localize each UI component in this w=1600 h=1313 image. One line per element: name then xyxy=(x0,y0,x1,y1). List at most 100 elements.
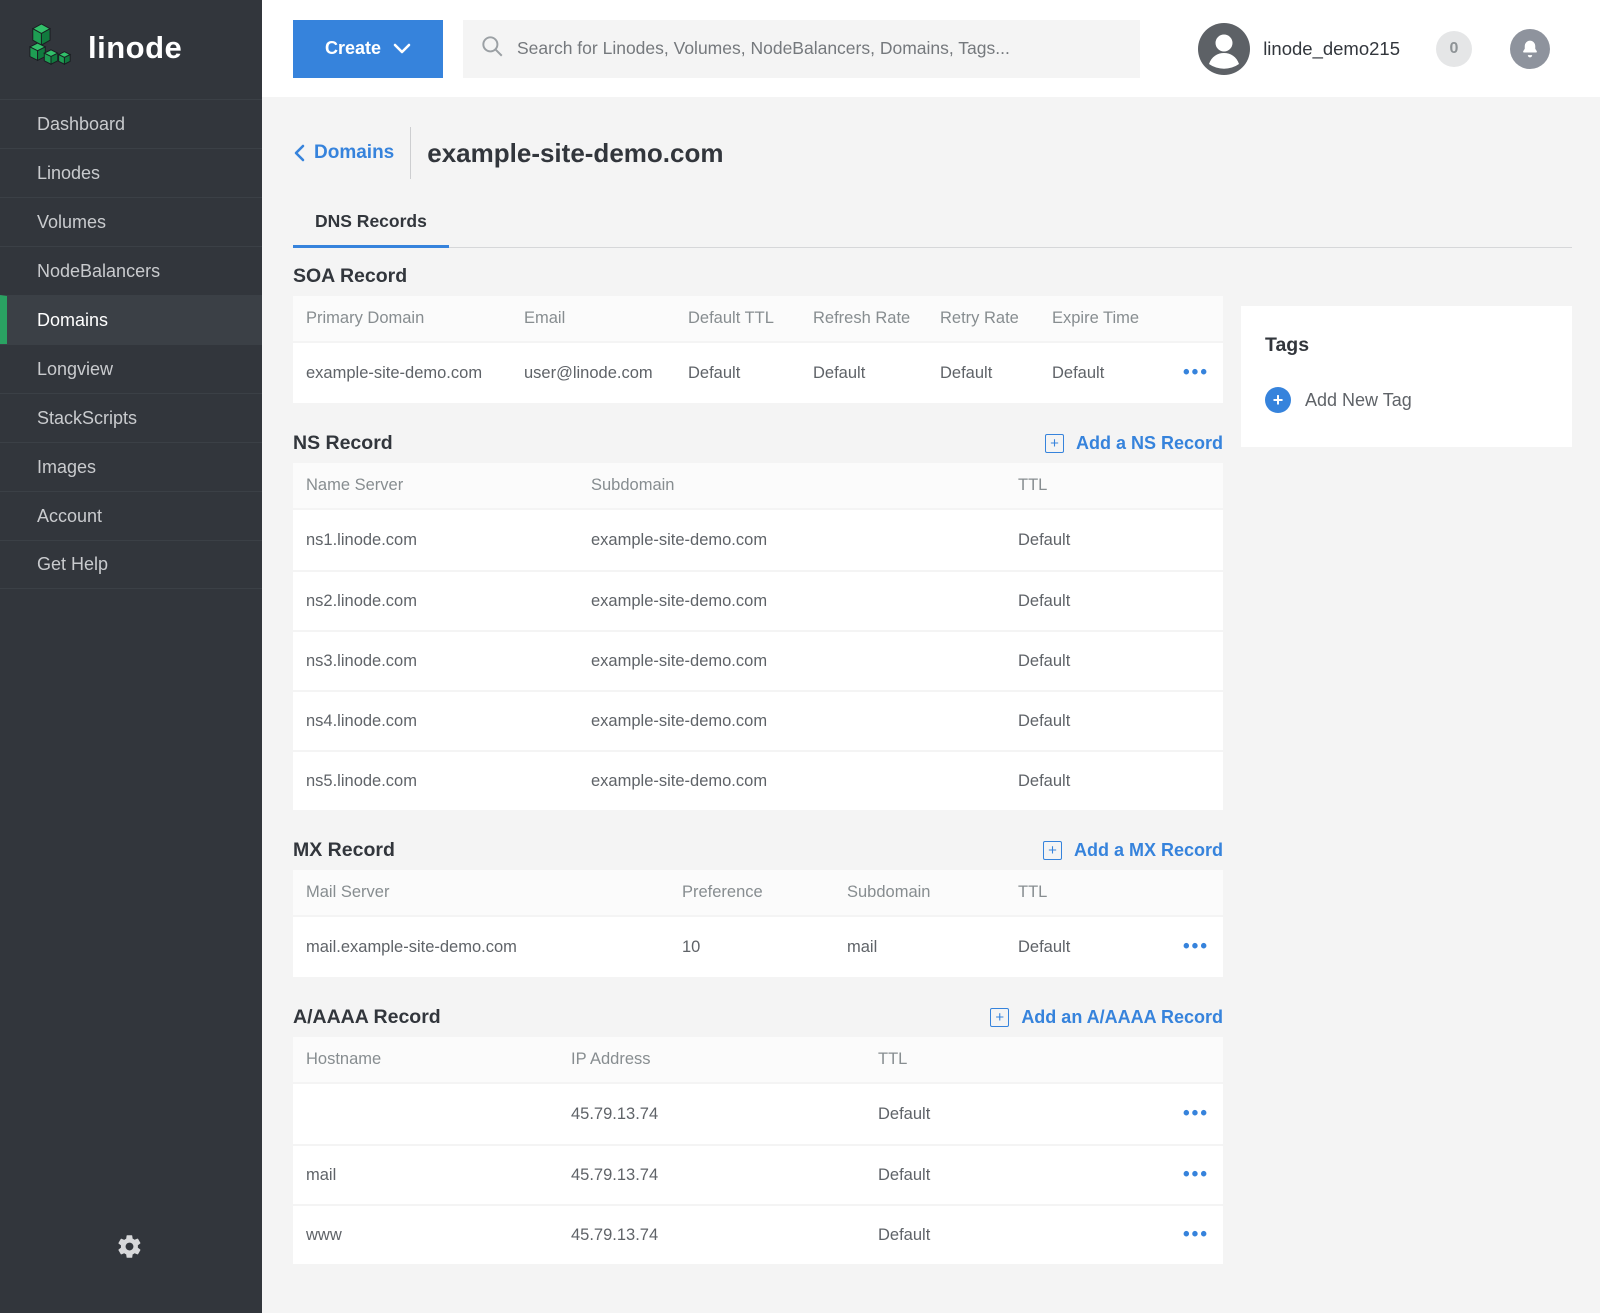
column-header: TTL xyxy=(865,1050,1153,1069)
column-header: Primary Domain xyxy=(293,309,511,328)
table-row: mail.example-site-demo.com10mailDefault•… xyxy=(293,917,1223,977)
table-row: mail45.79.13.74Default••• xyxy=(293,1144,1223,1204)
section-header-soa: SOA Record xyxy=(293,256,1223,296)
column-header: TTL xyxy=(1005,476,1223,495)
column-header: Subdomain xyxy=(578,476,1005,495)
row-actions-button[interactable]: ••• xyxy=(1153,1224,1223,1246)
add-record-link-a_aaaa[interactable]: +Add an A/AAAA Record xyxy=(990,1007,1223,1028)
cell: mail xyxy=(293,1166,558,1185)
cell: Default xyxy=(927,364,1039,383)
user-icon xyxy=(1198,23,1250,75)
cell: Default xyxy=(1005,712,1223,731)
column-header: Hostname xyxy=(293,1050,558,1069)
table-soa: Primary DomainEmailDefault TTLRefresh Ra… xyxy=(293,296,1223,403)
avatar[interactable] xyxy=(1198,23,1250,75)
sidebar-item-volumes[interactable]: Volumes xyxy=(0,197,262,246)
row-actions-button[interactable]: ••• xyxy=(1153,936,1223,958)
add-record-label: Add a MX Record xyxy=(1074,840,1223,861)
table-row: ns3.linode.comexample-site-demo.comDefau… xyxy=(293,630,1223,690)
column-header: Default TTL xyxy=(675,309,800,328)
cell: Default xyxy=(1005,592,1223,611)
search-input[interactable] xyxy=(515,20,1140,78)
table-row: ns5.linode.comexample-site-demo.comDefau… xyxy=(293,750,1223,810)
section-header-a_aaaa: A/AAAA Record+Add an A/AAAA Record xyxy=(293,997,1223,1037)
sidebar-item-longview[interactable]: Longview xyxy=(0,344,262,393)
sidebar-item-nodebalancers[interactable]: NodeBalancers xyxy=(0,246,262,295)
notification-count-badge: 0 xyxy=(1436,31,1472,67)
column-header: Name Server xyxy=(293,476,578,495)
column-header: Subdomain xyxy=(834,883,1005,902)
table-row: ns2.linode.comexample-site-demo.comDefau… xyxy=(293,570,1223,630)
username[interactable]: linode_demo215 xyxy=(1263,38,1400,60)
user-area: linode_demo215 0 xyxy=(1198,23,1600,75)
cell: Default xyxy=(1005,652,1223,671)
sidebar-item-get-help[interactable]: Get Help xyxy=(0,540,262,589)
table-header-row: HostnameIP AddressTTL xyxy=(293,1037,1223,1084)
cell: example-site-demo.com xyxy=(578,531,1005,550)
column-header: IP Address xyxy=(558,1050,865,1069)
cell: ns4.linode.com xyxy=(293,712,578,731)
row-actions-button[interactable]: ••• xyxy=(1153,1103,1223,1125)
add-record-link-ns[interactable]: + Add a NS Record xyxy=(1045,433,1223,454)
section-header-ns: NS Record+Add a NS Record xyxy=(293,423,1223,463)
settings-gear-icon[interactable] xyxy=(116,1233,143,1265)
column-header: TTL xyxy=(1005,883,1153,902)
content: Domains example-site-demo.com DNS Record… xyxy=(262,97,1600,1313)
linode-cubes-icon xyxy=(28,22,74,73)
sidebar-item-stackscripts[interactable]: StackScripts xyxy=(0,393,262,442)
cell: Default xyxy=(865,1105,1153,1124)
sidebar-item-account[interactable]: Account xyxy=(0,491,262,540)
cell: Default xyxy=(1005,772,1223,791)
cell: example-site-demo.com xyxy=(578,652,1005,671)
breadcrumb-divider xyxy=(410,127,411,179)
cell: Default xyxy=(1005,938,1153,957)
cell: mail xyxy=(834,938,1005,957)
section-title-mx: MX Record xyxy=(293,839,395,862)
cell: 45.79.13.74 xyxy=(558,1166,865,1185)
notifications-bell-button[interactable] xyxy=(1510,29,1550,69)
sidebar-item-linodes[interactable]: Linodes xyxy=(0,148,262,197)
cell: Default xyxy=(1005,531,1223,550)
topbar: Create linode_demo215 0 xyxy=(262,0,1600,97)
breadcrumb-back-link[interactable]: Domains xyxy=(293,142,394,164)
cell: example-site-demo.com xyxy=(293,364,511,383)
table-mx: Mail ServerPreferenceSubdomainTTLmail.ex… xyxy=(293,870,1223,977)
right-column: Tags + Add New Tag xyxy=(1241,248,1572,1264)
plus-box-icon: + xyxy=(1045,434,1064,453)
sidebar-item-images[interactable]: Images xyxy=(0,442,262,491)
tab-bar: DNS Records xyxy=(293,201,1572,248)
row-actions-button[interactable]: ••• xyxy=(1153,1164,1223,1186)
cell: example-site-demo.com xyxy=(578,772,1005,791)
chevron-down-icon xyxy=(393,43,411,55)
cell: example-site-demo.com xyxy=(578,712,1005,731)
cell: Default xyxy=(800,364,927,383)
plus-circle-icon: + xyxy=(1265,387,1291,413)
column-header: Retry Rate xyxy=(927,309,1039,328)
add-record-label: Add a NS Record xyxy=(1076,433,1223,454)
chevron-left-icon xyxy=(293,144,305,162)
brand-name: linode xyxy=(88,30,182,66)
bell-icon xyxy=(1520,39,1540,59)
column-header: Email xyxy=(511,309,675,328)
table-row: ns1.linode.comexample-site-demo.comDefau… xyxy=(293,510,1223,570)
cell: ns5.linode.com xyxy=(293,772,578,791)
column-header: Preference xyxy=(669,883,834,902)
cell: Default xyxy=(865,1166,1153,1185)
tab-dns-records[interactable]: DNS Records xyxy=(293,201,449,248)
linode-logo[interactable]: linode xyxy=(0,0,262,99)
add-record-link-mx[interactable]: + Add a MX Record xyxy=(1043,840,1223,861)
cell: user@linode.com xyxy=(511,364,675,383)
search-icon xyxy=(479,33,505,64)
add-new-tag-button[interactable]: + Add New Tag xyxy=(1265,387,1548,413)
cell: mail.example-site-demo.com xyxy=(293,938,669,957)
main-area: Create linode_demo215 0 xyxy=(262,0,1600,1313)
table-row: 45.79.13.74Default••• xyxy=(293,1084,1223,1144)
section-header-mx: MX Record + Add a MX Record xyxy=(293,830,1223,870)
sidebar-nav: DashboardLinodesVolumesNodeBalancersDoma… xyxy=(0,99,262,589)
row-actions-button[interactable]: ••• xyxy=(1153,362,1223,384)
sidebar-item-dashboard[interactable]: Dashboard xyxy=(0,99,262,148)
sidebar-item-domains[interactable]: Domains xyxy=(0,295,262,344)
create-button[interactable]: Create xyxy=(293,20,443,78)
plus-box-icon: + xyxy=(990,1008,1009,1027)
plus-box-icon: + xyxy=(1043,841,1062,860)
